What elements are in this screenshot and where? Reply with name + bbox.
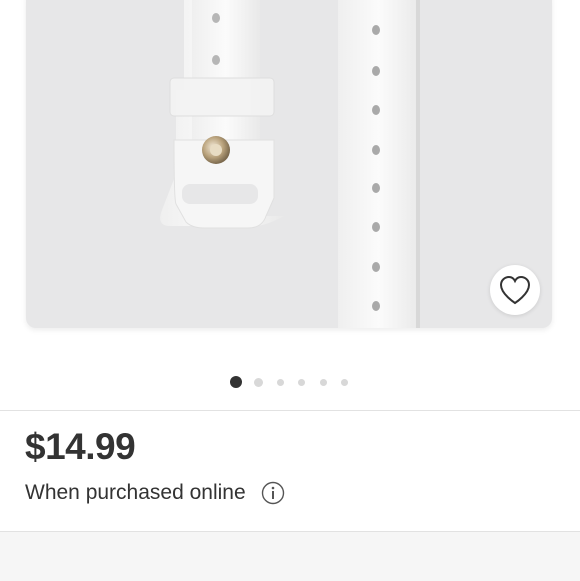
- carousel-dot-active[interactable]: [230, 376, 242, 388]
- carousel-indicator: [0, 375, 580, 389]
- carousel-dot[interactable]: [277, 379, 284, 386]
- product-image[interactable]: [26, 0, 552, 328]
- next-section-band: [0, 531, 580, 581]
- purchase-note-row: When purchased online: [25, 478, 285, 508]
- info-circle-icon[interactable]: [261, 481, 285, 505]
- carousel-dot[interactable]: [298, 379, 305, 386]
- purchase-note: When purchased online: [25, 481, 246, 504]
- carousel-dot[interactable]: [341, 379, 348, 386]
- heart-outline-icon: [499, 275, 531, 305]
- price-label: $14.99: [25, 426, 136, 467]
- carousel-dot[interactable]: [254, 378, 263, 387]
- watch-band-illustration: [160, 0, 420, 328]
- section-divider: [0, 410, 580, 411]
- favorite-button[interactable]: [490, 265, 540, 315]
- carousel-dot[interactable]: [320, 379, 327, 386]
